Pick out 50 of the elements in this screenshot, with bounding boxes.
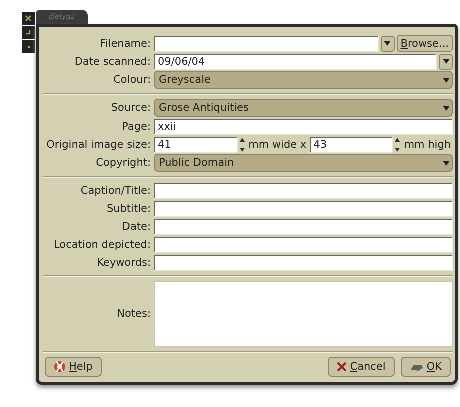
pen-icon [410,362,424,372]
caret-icon [443,160,450,166]
field-label: Date scanned: [74,56,151,68]
lifebuoy-icon [54,361,66,373]
caret-icon [443,106,450,110]
caret-icon [443,78,450,82]
field-label: Copyright: [95,157,151,169]
spin-up-icon[interactable] [394,136,402,144]
field-label: Original image size: [46,138,151,150]
text-field[interactable] [154,182,453,198]
dropdown[interactable]: Greyscale [154,71,453,89]
field-label: Colour: [112,74,151,86]
help-button[interactable]: Help [45,357,102,377]
text-field[interactable] [154,200,453,216]
cross-icon [337,362,348,372]
field-label: Location depicted: [52,238,151,250]
unit-label: mm high [403,138,452,150]
close-button[interactable] [22,12,35,25]
dropdown[interactable]: Public Domain [154,154,453,172]
close-icon [25,15,32,22]
filename-field[interactable] [154,36,379,52]
text-field[interactable] [154,218,453,234]
field-label: Filename: [99,38,151,50]
dropdown-button[interactable] [439,54,453,70]
browse-button[interactable]: Browse... [396,35,453,52]
text-field[interactable] [154,254,453,270]
corner-icon [25,29,32,36]
field-label: Subtitle: [106,202,151,214]
date-field[interactable]: 09/06/04 [154,54,437,70]
unit-label: mm wide x [248,138,308,150]
cancel-button[interactable]: Cancel [328,357,395,377]
spin-field[interactable]: 43 [310,136,394,152]
caret-icon [442,59,450,64]
shade-button[interactable] [22,26,35,39]
caret-icon [384,41,392,46]
spin-up-icon[interactable] [238,136,246,144]
minimize-button[interactable] [22,40,35,53]
ok-button[interactable]: OK [400,357,451,377]
notes-field[interactable] [154,281,453,347]
field-label: Source: [110,102,151,114]
dropdown[interactable]: Grose Antiquities [154,99,453,117]
field-label: Page: [121,120,151,132]
field-label: Caption/Title: [80,184,151,196]
spin-field[interactable]: 41 [154,136,238,152]
field-label: Keywords: [96,256,151,268]
text-field[interactable] [154,236,453,252]
dropdown-button[interactable] [380,36,395,52]
field-label: Notes: [116,308,151,320]
field-label: Date: [121,220,151,232]
text-field[interactable]: xxii [154,118,453,134]
